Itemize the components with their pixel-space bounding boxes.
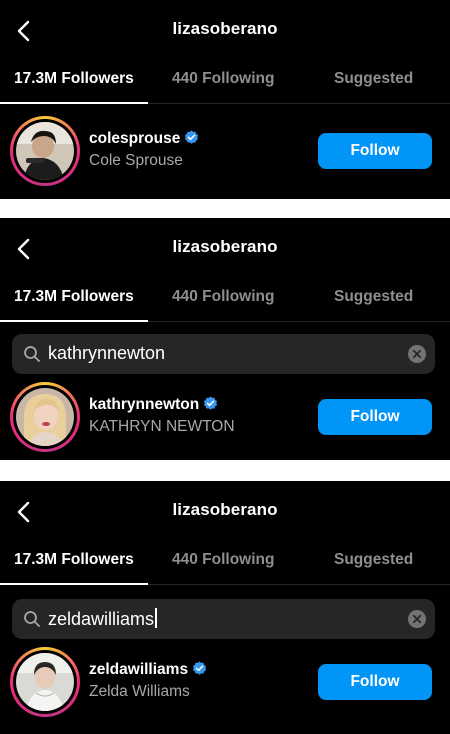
profile-photo-icon xyxy=(16,122,74,180)
tab-bar: 17.3M Followers 440 Following Suggested xyxy=(0,62,450,104)
tab-following[interactable]: 440 Following xyxy=(172,288,274,306)
search-input[interactable]: zeldawilliams xyxy=(12,599,435,639)
follow-button[interactable]: Follow xyxy=(318,399,432,435)
tab-suggested[interactable]: Suggested xyxy=(334,70,413,88)
avatar[interactable] xyxy=(10,647,80,717)
full-name: Cole Sprouse xyxy=(89,152,183,169)
tab-suggested[interactable]: Suggested xyxy=(334,551,413,569)
tab-bar: 17.3M Followers 440 Following Suggested xyxy=(0,280,450,322)
header: lizasoberano xyxy=(0,218,450,280)
follow-button[interactable]: Follow xyxy=(318,664,432,700)
user-row[interactable]: zeldawilliams Zelda Williams Follow xyxy=(0,647,450,727)
search-value: zeldawilliams xyxy=(48,608,157,630)
user-row[interactable]: colesprouse Cole Sprouse Follow xyxy=(0,116,450,196)
clear-x-icon xyxy=(408,610,426,628)
search-input[interactable]: kathrynnewton xyxy=(12,334,435,374)
username-text: kathrynnewton xyxy=(89,396,200,413)
active-tab-indicator xyxy=(0,320,148,322)
full-name: Zelda Williams xyxy=(89,683,190,700)
clear-x-icon xyxy=(408,345,426,363)
username[interactable]: zeldawilliams xyxy=(89,661,207,679)
tab-followers[interactable]: 17.3M Followers xyxy=(14,288,134,306)
username[interactable]: kathrynnewton xyxy=(89,396,218,414)
active-tab-indicator xyxy=(0,102,148,104)
avatar[interactable] xyxy=(10,382,80,452)
screen-panel-2: lizasoberano 17.3M Followers 440 Followi… xyxy=(0,218,450,460)
page-title: lizasoberano xyxy=(172,500,278,519)
tab-followers[interactable]: 17.3M Followers xyxy=(14,70,134,88)
page-title: lizasoberano xyxy=(172,19,278,38)
search-icon xyxy=(22,609,42,629)
verified-badge-icon xyxy=(184,130,199,145)
user-row[interactable]: kathrynnewton KATHRYN NEWTON Follow xyxy=(0,382,450,460)
verified-badge-icon xyxy=(203,396,218,411)
screen-panel-1: lizasoberano 17.3M Followers 440 Followi… xyxy=(0,0,450,199)
username-text: zeldawilliams xyxy=(89,661,189,678)
username[interactable]: colesprouse xyxy=(89,130,199,148)
screen-panel-3: lizasoberano 17.3M Followers 440 Followi… xyxy=(0,481,450,734)
username-text: colesprouse xyxy=(89,130,181,147)
tab-suggested[interactable]: Suggested xyxy=(334,288,413,306)
tab-bar: 17.3M Followers 440 Following Suggested xyxy=(0,543,450,585)
avatar[interactable] xyxy=(10,116,80,186)
active-tab-indicator xyxy=(0,583,148,585)
tab-following[interactable]: 440 Following xyxy=(172,70,274,88)
clear-search-button[interactable] xyxy=(407,344,427,364)
verified-badge-icon xyxy=(192,661,207,676)
clear-search-button[interactable] xyxy=(407,609,427,629)
search-icon xyxy=(22,344,42,364)
header: lizasoberano xyxy=(0,481,450,543)
follow-button[interactable]: Follow xyxy=(318,133,432,169)
tab-following[interactable]: 440 Following xyxy=(172,551,274,569)
tab-followers[interactable]: 17.3M Followers xyxy=(14,551,134,569)
text-cursor xyxy=(155,608,157,628)
profile-photo-icon xyxy=(16,388,74,446)
page-title: lizasoberano xyxy=(172,237,278,256)
full-name: KATHRYN NEWTON xyxy=(89,418,235,435)
header: lizasoberano xyxy=(0,0,450,62)
search-value: kathrynnewton xyxy=(48,343,166,363)
profile-photo-icon xyxy=(16,653,74,711)
